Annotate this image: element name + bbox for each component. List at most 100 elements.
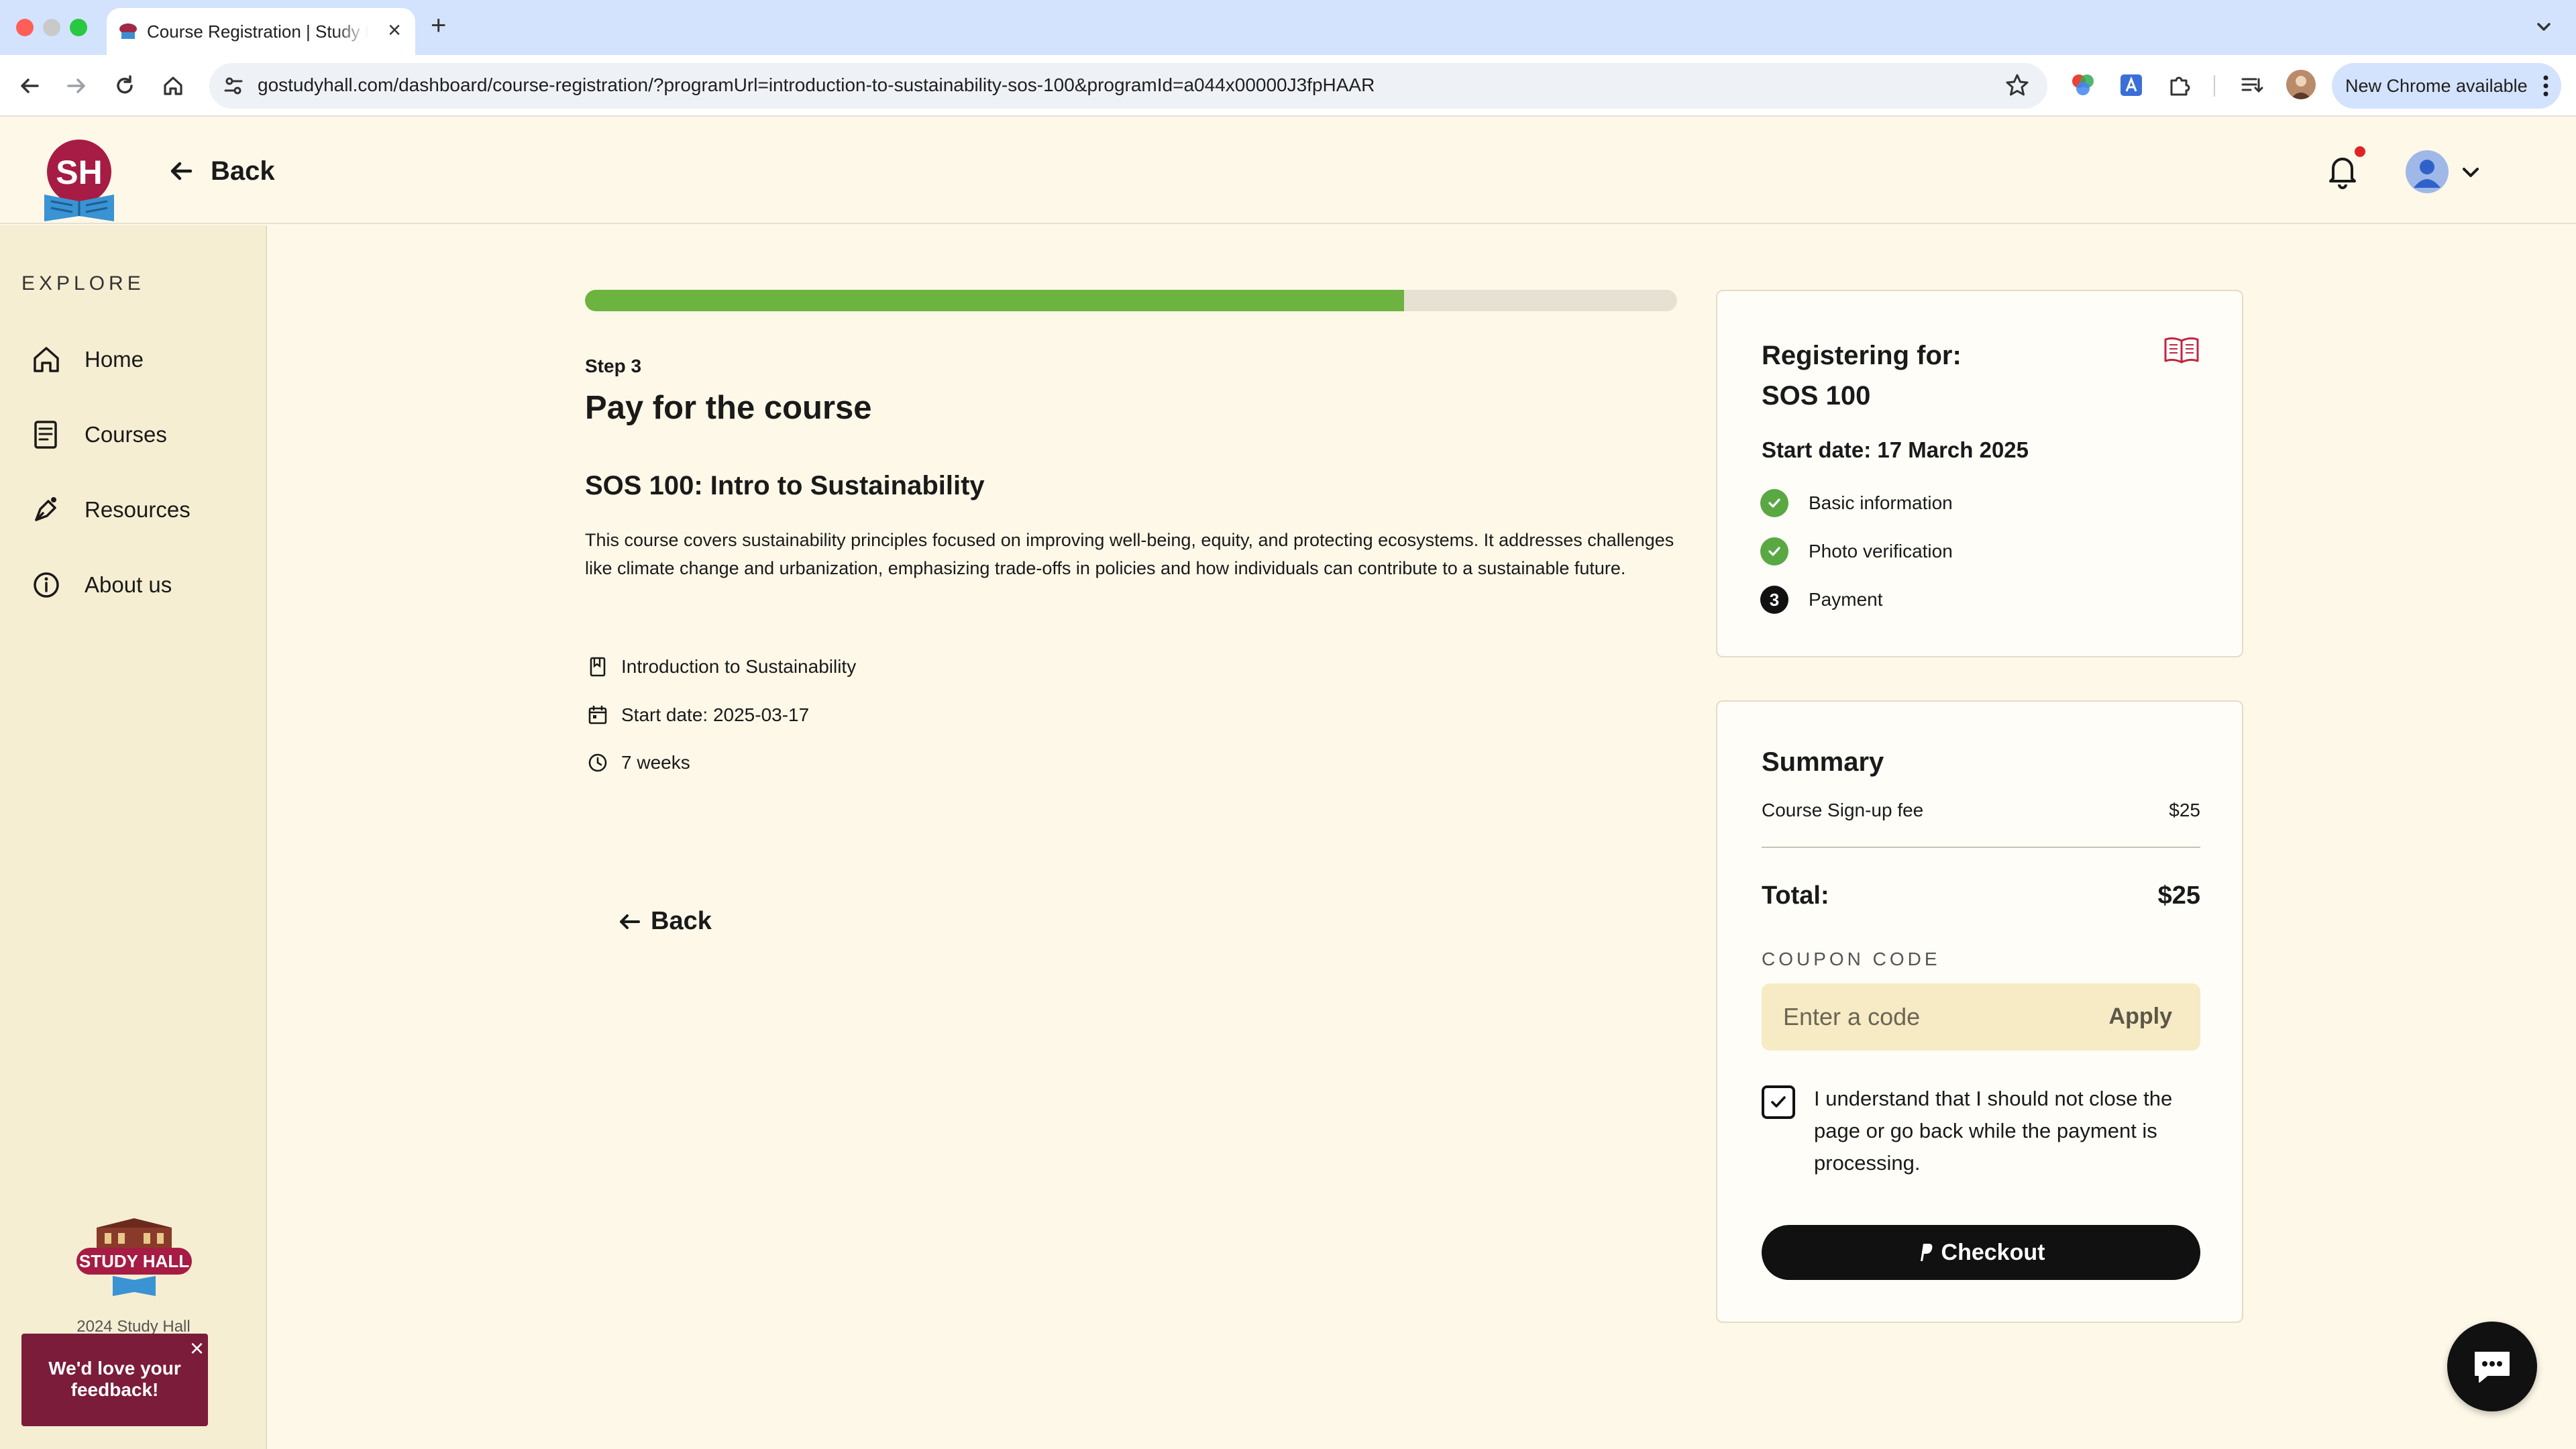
reading-list-icon[interactable] (2238, 71, 2266, 99)
browser-tab[interactable]: Course Registration | Study Hall × (107, 8, 415, 55)
tab-close-icon[interactable]: × (383, 19, 406, 42)
calendar-icon (588, 705, 607, 724)
sidebar-section-label: EXPLORE (21, 272, 145, 294)
feedback-label: We'd love your feedback! (48, 1358, 181, 1400)
summary-divider (1762, 847, 2200, 848)
header-back-button[interactable]: Back (166, 154, 275, 188)
reload-icon[interactable] (110, 71, 140, 101)
home-button-icon[interactable] (158, 71, 188, 101)
meta-start-date-text: Start date: 2025-03-17 (621, 704, 810, 725)
new-tab-button[interactable]: + (431, 12, 446, 39)
bookmark-star-icon[interactable] (2003, 71, 2031, 99)
chrome-profile-avatar[interactable] (2286, 70, 2316, 99)
courses-icon (34, 421, 57, 449)
sidebar: EXPLORE Home Courses Resources About us (0, 225, 267, 1449)
meta-duration-text: 7 weeks (621, 752, 690, 773)
color-extension-icon[interactable] (2069, 71, 2097, 99)
total-row: Total: $25 (1762, 881, 2200, 910)
open-book-icon (2164, 337, 2199, 364)
kebab-menu-icon[interactable] (2541, 72, 2551, 99)
sidebar-item-about-us[interactable]: About us (27, 565, 172, 605)
window-zoom-button[interactable] (70, 19, 87, 36)
sidebar-item-label: Courses (85, 422, 167, 447)
registration-step-label: Basic information (1809, 492, 1953, 513)
step-number-badge: 3 (1760, 586, 1788, 614)
meta-program-text: Introduction to Sustainability (621, 656, 857, 677)
feedback-banner[interactable]: We'd love your feedback! × (21, 1334, 208, 1426)
course-title: SOS 100: Intro to Sustainability (585, 471, 985, 500)
meta-duration: 7 weeks (586, 749, 690, 776)
chat-bubble-icon (2475, 1352, 2510, 1383)
coupon-code-label: COUPON CODE (1762, 949, 1941, 969)
registration-card: Registering for: SOS 100 Start date: 17 … (1716, 290, 2243, 657)
back-button[interactable]: Back (616, 907, 712, 936)
book-icon (590, 657, 606, 677)
total-label: Total: (1762, 881, 1829, 910)
sidebar-item-home[interactable]: Home (27, 339, 144, 380)
registration-step-label: Photo verification (1809, 541, 1953, 561)
svg-text:SH: SH (56, 154, 102, 191)
fee-label: Course Sign-up fee (1762, 800, 1924, 820)
address-bar[interactable]: gostudyhall.com/dashboard/course-registr… (209, 63, 2047, 109)
info-icon (34, 572, 59, 598)
url-text: gostudyhall.com/dashboard/course-registr… (258, 74, 1375, 95)
consent-checkbox[interactable] (1762, 1085, 1795, 1119)
sidebar-item-courses[interactable]: Courses (27, 415, 167, 455)
course-description: This course covers sustainability princi… (585, 530, 1674, 578)
chat-support-button[interactable] (2447, 1322, 2537, 1411)
back-button-label: Back (651, 907, 712, 935)
page-title: Pay for the course (585, 390, 872, 426)
forward-arrow-icon[interactable] (62, 71, 91, 101)
coupon-code-box: Apply (1762, 983, 2200, 1051)
summary-card: Summary Course Sign-up fee $25 Total: $2… (1716, 700, 2243, 1323)
checkmark-icon (1771, 1096, 1786, 1108)
new-chrome-available-button[interactable]: New Chrome available (2332, 63, 2561, 109)
app-header: SH Back (0, 117, 2576, 224)
paypal-icon (1920, 1244, 1932, 1261)
registration-progress-bar (585, 290, 1677, 311)
clock-icon (588, 753, 607, 772)
registration-step-basic-info: Basic information (1760, 488, 1953, 518)
resources-icon (35, 497, 56, 521)
summary-title: Summary (1762, 747, 1884, 777)
fee-row: Course Sign-up fee $25 (1762, 800, 2200, 821)
fee-value: $25 (2169, 800, 2200, 820)
footer-logo-text: STUDY HALL (79, 1251, 189, 1271)
tab-title: Course Registration | Study Hall (147, 21, 368, 42)
progress-fill (585, 290, 1404, 311)
meta-start-date: Start date: 2025-03-17 (586, 702, 809, 729)
step-label: Step 3 (585, 356, 642, 376)
translate-extension-icon[interactable] (2117, 71, 2145, 99)
consent-text: I understand that I should not close the… (1814, 1087, 2173, 1175)
toolbar-divider (2214, 75, 2215, 97)
extensions-puzzle-icon[interactable] (2165, 71, 2194, 99)
notifications-bell-icon[interactable] (2325, 152, 2360, 189)
window-close-button[interactable] (16, 19, 34, 36)
registration-course-code: SOS 100 (1762, 381, 1871, 411)
check-circle-icon (1760, 489, 1788, 517)
site-info-icon[interactable] (221, 74, 246, 98)
tab-search-chevron-icon[interactable] (2530, 13, 2557, 40)
meta-program: Introduction to Sustainability (586, 653, 856, 680)
checkout-button[interactable]: Checkout (1762, 1225, 2200, 1280)
close-feedback-icon[interactable]: × (190, 1336, 204, 1360)
total-value: $25 (2157, 881, 2200, 910)
back-arrow-icon[interactable] (15, 71, 44, 101)
user-menu-chevron-down-icon[interactable] (2458, 160, 2483, 185)
back-arrow-icon (620, 914, 640, 929)
registration-step-photo-verification: Photo verification (1760, 537, 1953, 566)
registration-title-line1: Registering for: (1762, 341, 1962, 370)
study-hall-favicon-icon (119, 23, 137, 39)
notification-badge (2355, 146, 2365, 157)
study-hall-logo[interactable]: SH (42, 137, 119, 223)
window-minimize-button[interactable] (43, 19, 60, 36)
user-avatar[interactable] (2406, 150, 2449, 193)
sidebar-item-resources[interactable]: Resources (27, 490, 191, 530)
coupon-code-input[interactable] (1783, 1001, 2078, 1033)
study-hall-footer-logo: STUDY HALL (76, 1218, 192, 1296)
sidebar-item-label: About us (85, 572, 172, 597)
registration-start-date: Start date: 17 March 2025 (1762, 437, 2029, 462)
sidebar-item-label: Home (85, 347, 144, 372)
check-circle-icon (1760, 537, 1788, 566)
apply-coupon-button[interactable]: Apply (2109, 1004, 2172, 1030)
